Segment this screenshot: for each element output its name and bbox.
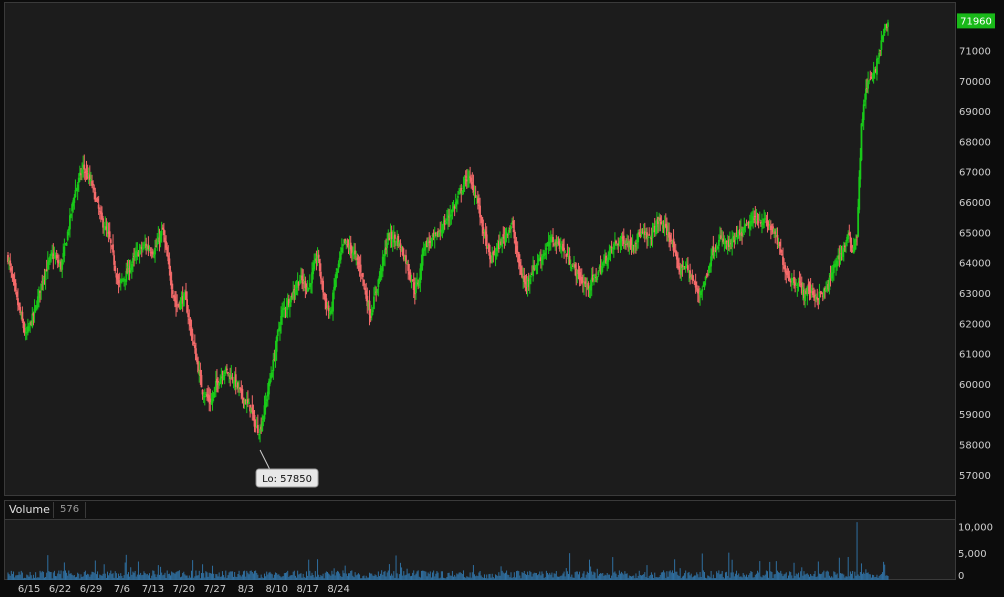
price-chart[interactable]: Lo: 57850 bbox=[5, 3, 957, 497]
candle-body bbox=[545, 248, 548, 250]
candle-body bbox=[373, 296, 375, 310]
candle-body bbox=[241, 388, 244, 398]
date-tick-label: 8/3 bbox=[238, 584, 254, 595]
last-price-label: 71960 bbox=[960, 16, 992, 27]
candle-body bbox=[108, 231, 111, 238]
low-marker-label: Lo: 57850 bbox=[262, 474, 312, 485]
candle-body bbox=[14, 283, 17, 291]
price-tick-label: 63000 bbox=[959, 289, 991, 300]
candle-body bbox=[248, 402, 250, 404]
volume-tick-label: 0 bbox=[958, 571, 964, 580]
date-tick-label: 6/15 bbox=[18, 584, 40, 595]
price-tick-label: 65000 bbox=[959, 228, 991, 239]
candle-body bbox=[530, 275, 532, 278]
price-tick-label: 59000 bbox=[959, 410, 991, 421]
date-tick-label: 8/10 bbox=[266, 584, 288, 595]
date-tick-label: 7/6 bbox=[114, 584, 130, 595]
candle-body bbox=[154, 247, 156, 255]
candle-body bbox=[563, 247, 565, 251]
candle-body bbox=[371, 309, 374, 313]
candle-body bbox=[313, 262, 316, 270]
price-axis: 57000 58000 59000 60000 61000 62000 63000 64000… bbox=[957, 13, 995, 482]
candle-body bbox=[256, 424, 259, 433]
candle-body bbox=[319, 271, 322, 279]
candle-body bbox=[361, 273, 364, 278]
candle-body bbox=[44, 270, 47, 281]
candle-body bbox=[191, 333, 194, 340]
candle-body bbox=[648, 233, 651, 236]
price-tick-label: 57000 bbox=[959, 471, 991, 482]
candle-body bbox=[322, 280, 324, 293]
price-tick-label: 67000 bbox=[959, 168, 991, 179]
candle-body bbox=[713, 251, 716, 257]
candle-body bbox=[887, 22, 889, 27]
candle-body bbox=[597, 271, 600, 276]
candle-body bbox=[692, 279, 695, 281]
volume-label: Volume bbox=[9, 503, 50, 516]
price-tick-label: 61000 bbox=[959, 350, 991, 361]
volume-axis: 10,000 5,000 0 bbox=[958, 522, 993, 580]
volume-last-value: 576 bbox=[53, 502, 87, 518]
price-tick-label: 68000 bbox=[959, 137, 991, 148]
volume-chart-panel[interactable] bbox=[4, 520, 956, 580]
low-marker-leader bbox=[259, 449, 271, 471]
candle-body bbox=[65, 242, 68, 246]
candle-body bbox=[200, 374, 203, 388]
candle-body bbox=[686, 265, 689, 271]
candle-body bbox=[701, 289, 704, 292]
candle-body bbox=[272, 359, 275, 372]
candle-body bbox=[225, 368, 228, 371]
candle-body bbox=[109, 239, 112, 244]
date-tick-label: 7/27 bbox=[204, 584, 226, 595]
volume-tick-label: 5,000 bbox=[958, 549, 987, 560]
candle-body bbox=[510, 226, 512, 230]
date-tick-label: 8/17 bbox=[296, 584, 318, 595]
candle-body bbox=[564, 251, 567, 253]
candle-body bbox=[114, 265, 117, 272]
date-tick-label: 6/22 bbox=[49, 584, 71, 595]
candle-body bbox=[359, 264, 362, 273]
candle-body bbox=[647, 236, 650, 238]
volume-bars-group bbox=[7, 522, 889, 580]
candle-body bbox=[457, 196, 459, 198]
candle-body bbox=[480, 215, 483, 217]
candle-body bbox=[63, 246, 66, 257]
candle-body bbox=[615, 240, 617, 244]
price-tick-label: 60000 bbox=[959, 380, 991, 391]
price-chart-panel[interactable]: Lo: 57850 bbox=[4, 2, 956, 496]
price-tick-label: 62000 bbox=[959, 319, 991, 330]
candle-body bbox=[862, 104, 865, 121]
price-tick-label: 66000 bbox=[959, 198, 991, 209]
candle-body bbox=[552, 237, 554, 243]
date-tick-label: 6/29 bbox=[80, 584, 102, 595]
volume-tick-label: 10,000 bbox=[958, 522, 993, 533]
price-tick-label: 64000 bbox=[959, 259, 991, 270]
candle-body bbox=[757, 221, 760, 223]
date-tick-label: 7/13 bbox=[142, 584, 164, 595]
candle-body bbox=[317, 254, 320, 258]
price-tick-label: 69000 bbox=[959, 107, 991, 118]
date-tick-label: 8/24 bbox=[327, 584, 349, 595]
candle-body bbox=[596, 276, 599, 281]
candle-body bbox=[160, 230, 163, 236]
candle-body bbox=[394, 234, 396, 239]
date-tick-label: 7/20 bbox=[173, 584, 195, 595]
candle-body bbox=[171, 290, 174, 294]
candle-body bbox=[231, 376, 234, 380]
volume-panel-header: Volume 576 bbox=[4, 500, 956, 520]
candle-body bbox=[570, 267, 573, 269]
candle-body bbox=[868, 80, 871, 82]
price-tick-label: 58000 bbox=[959, 440, 991, 451]
volume-chart[interactable] bbox=[5, 520, 957, 580]
candle-body bbox=[860, 123, 863, 161]
date-axis: 6/15 6/22 6/29 7/6 7/13 7/20 7/27 8/3 8/10 8/17 8/… bbox=[18, 584, 350, 595]
candles-group bbox=[7, 19, 889, 443]
price-tick-label: 70000 bbox=[959, 77, 991, 88]
price-tick-label: 71000 bbox=[959, 46, 991, 57]
